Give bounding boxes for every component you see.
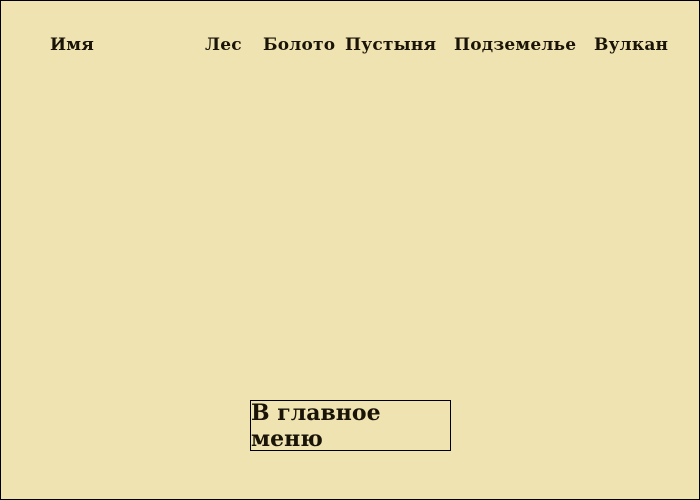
column-header-forest: Лес xyxy=(205,35,242,55)
main-menu-button[interactable]: В главное меню xyxy=(250,400,451,452)
column-header-dungeon: Подземелье xyxy=(454,35,577,55)
column-header-name: Имя xyxy=(50,35,94,55)
leaderboard-rows xyxy=(1,71,699,381)
column-header-swamp: Болото xyxy=(263,35,336,55)
leaderboard-header: Имя Лес Болото Пустыня Подземелье Вулкан xyxy=(1,35,699,59)
column-header-desert: Пустыня xyxy=(345,35,437,55)
leaderboard-screen: Имя Лес Болото Пустыня Подземелье Вулкан… xyxy=(0,0,700,500)
column-header-volcano: Вулкан xyxy=(594,35,669,55)
